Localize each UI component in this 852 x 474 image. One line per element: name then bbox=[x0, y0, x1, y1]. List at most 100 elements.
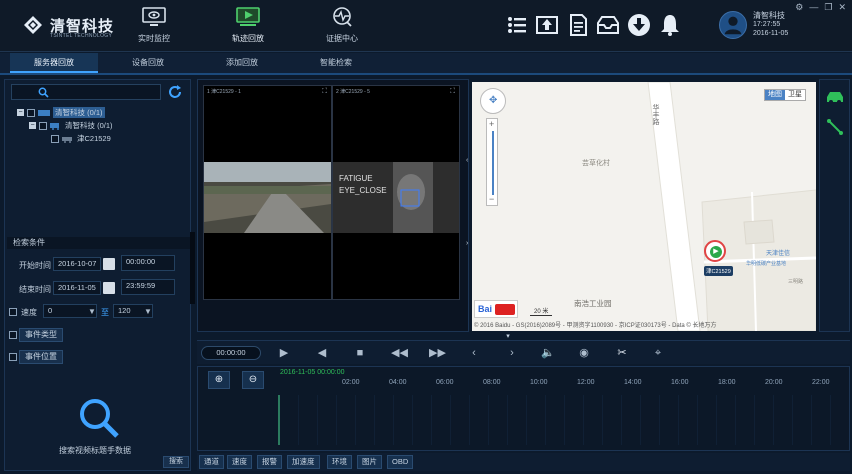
tree-node-label: 清智科技 (0/1) bbox=[65, 121, 113, 130]
prev-icon[interactable]: ◀ bbox=[315, 346, 329, 360]
restore-button[interactable]: ❐ bbox=[824, 2, 832, 13]
pan-control[interactable]: ✥ bbox=[480, 88, 506, 114]
left-collapse-handle[interactable] bbox=[190, 232, 195, 304]
logo-subtitle: TSINTEL TECHNOLOGY bbox=[50, 33, 113, 39]
chevron-down-icon[interactable]: ▼ bbox=[144, 307, 152, 316]
event-location-button[interactable]: 事件位置 bbox=[19, 350, 63, 364]
user-info[interactable]: 清智科技 17:27:55 2016-11-05 bbox=[713, 6, 803, 46]
playback-icon bbox=[236, 7, 260, 26]
timeline-tick: 02:00 bbox=[342, 379, 360, 386]
step-forward-icon[interactable]: › bbox=[505, 346, 519, 360]
nav-track-playback[interactable]: 轨迹回放 bbox=[202, 0, 294, 52]
stop-icon[interactable]: ■ bbox=[353, 346, 367, 360]
search-input[interactable] bbox=[11, 84, 161, 100]
map-view[interactable]: ✥ + − 地图 卫星 华丰路 芸草化村 南浩工业园 天津佳信 华明低碳产业基地… bbox=[472, 82, 816, 331]
tab-smart-search[interactable]: 智能检索 bbox=[292, 53, 380, 73]
map-type-normal[interactable]: 地图 bbox=[765, 90, 785, 100]
start-time-label: 开始时间 bbox=[19, 261, 51, 270]
start-date-field[interactable]: 2016-10-07 bbox=[53, 257, 101, 271]
zoom-out-icon[interactable]: − bbox=[489, 194, 494, 204]
end-time-field[interactable]: 23:59:59 bbox=[121, 279, 175, 295]
settings-icon[interactable]: ⚙ bbox=[795, 2, 803, 13]
tab-obd[interactable]: OBD bbox=[387, 455, 414, 469]
road-video-frame bbox=[204, 162, 331, 233]
timeline-track[interactable] bbox=[278, 395, 844, 445]
nav-realtime-monitor[interactable]: 实时监控 bbox=[108, 0, 200, 52]
end-date-field[interactable]: 2016-11-05 bbox=[53, 281, 101, 295]
zoom-slider[interactable]: + − bbox=[486, 118, 498, 206]
chevron-down-icon[interactable]: ▼ bbox=[88, 307, 96, 316]
cut-icon[interactable]: ✂ bbox=[615, 346, 629, 360]
inbox-icon[interactable] bbox=[596, 13, 620, 37]
tab-alarm[interactable]: 报警 bbox=[257, 455, 282, 469]
zoom-out-timeline-icon[interactable]: ⊖ bbox=[242, 371, 264, 389]
start-time-field[interactable]: 00:00:00 bbox=[121, 255, 175, 271]
tab-speed[interactable]: 速度 bbox=[227, 455, 252, 469]
poi-label: 南浩工业园 bbox=[574, 299, 612, 308]
bell-icon[interactable] bbox=[658, 13, 682, 37]
tree-node-vehicle[interactable]: 津C21529 bbox=[51, 133, 111, 144]
map-type-satellite[interactable]: 卫星 bbox=[785, 90, 805, 100]
volume-icon[interactable]: 🔈 bbox=[541, 346, 555, 360]
refresh-icon[interactable] bbox=[167, 84, 183, 100]
tab-acceleration[interactable]: 加速度 bbox=[287, 455, 320, 469]
list-icon[interactable] bbox=[505, 13, 529, 37]
event-type-checkbox[interactable] bbox=[9, 331, 17, 339]
route-icon[interactable] bbox=[826, 118, 844, 136]
timeline-panel: ⊕ ⊖ 2016-11-05 00:00:00 02:00 04:00 06:0… bbox=[197, 366, 850, 451]
tree-checkbox[interactable] bbox=[39, 121, 47, 130]
timeline-tick: 08:00 bbox=[483, 379, 501, 386]
event-location-checkbox[interactable] bbox=[9, 353, 17, 361]
timeline-current: 2016-11-05 00:00:00 bbox=[280, 369, 345, 376]
tab-pictures[interactable]: 图片 bbox=[357, 455, 382, 469]
tree-node-company[interactable]: − 清智科技 (0/1) bbox=[29, 120, 113, 131]
center-left-arrow-icon[interactable]: ‹ bbox=[466, 157, 470, 167]
nav-evidence-center[interactable]: 证据中心 bbox=[296, 0, 388, 52]
poi-label: 天津佳信 bbox=[766, 251, 791, 257]
tree-checkbox[interactable] bbox=[51, 134, 59, 143]
timeline-tick: 22:00 bbox=[812, 379, 830, 386]
magnifier-icon bbox=[80, 399, 119, 438]
car-icon[interactable] bbox=[825, 90, 845, 104]
collapse-icon[interactable]: − bbox=[17, 109, 24, 116]
play-icon[interactable]: ▶ bbox=[277, 346, 291, 360]
tree-checkbox[interactable] bbox=[27, 108, 35, 117]
speed-checkbox[interactable] bbox=[9, 308, 17, 316]
zoom-in-timeline-icon[interactable]: ⊕ bbox=[208, 371, 230, 389]
snapshot-icon[interactable]: ◉ bbox=[577, 346, 591, 360]
vehicle-marker[interactable]: ▶ bbox=[704, 240, 726, 262]
close-button[interactable]: ✕ bbox=[838, 2, 846, 13]
event-type-button[interactable]: 事件类型 bbox=[19, 328, 63, 342]
step-back-icon[interactable]: ‹ bbox=[467, 346, 481, 360]
calendar-icon[interactable] bbox=[103, 282, 115, 294]
zoom-in-icon[interactable]: + bbox=[489, 119, 494, 129]
minimize-button[interactable]: — bbox=[809, 2, 818, 13]
collapse-icon[interactable]: − bbox=[29, 122, 36, 129]
video-cell-1[interactable]: 1 津C21529 - 1 ⛶ bbox=[203, 85, 332, 300]
tab-device-playback[interactable]: 设备回放 bbox=[104, 53, 192, 73]
document-icon[interactable] bbox=[566, 13, 590, 37]
fullscreen-icon[interactable]: ⛶ bbox=[322, 88, 327, 96]
tab-channel[interactable]: 通道 bbox=[199, 455, 224, 469]
video-cell-2[interactable]: 2 津C21529 - 5 ⛶ FATIGUE EYE_CLOSE bbox=[332, 85, 460, 300]
tab-environment[interactable]: 环境 bbox=[327, 455, 352, 469]
tree-node-root[interactable]: − 清智科技 (0/1) bbox=[17, 107, 105, 118]
location-icon[interactable]: ⌖ bbox=[651, 346, 665, 360]
upload-icon[interactable] bbox=[535, 13, 559, 37]
map-canvas bbox=[647, 82, 816, 331]
tab-add-playback[interactable]: 添加回放 bbox=[198, 53, 286, 73]
tab-server-playback[interactable]: 服务器回放 bbox=[10, 53, 98, 73]
end-time-label: 结束时间 bbox=[19, 285, 51, 294]
timeline-tick: 18:00 bbox=[718, 379, 736, 386]
search-button[interactable]: 搜索 bbox=[163, 456, 189, 468]
center-right-arrow-icon[interactable]: › bbox=[466, 240, 470, 250]
calendar-icon[interactable] bbox=[103, 258, 115, 270]
download-icon[interactable] bbox=[627, 13, 651, 37]
poi-label: 三明路 bbox=[788, 279, 804, 285]
search-icon[interactable] bbox=[38, 87, 49, 98]
forward-icon[interactable]: ▶▶ bbox=[429, 346, 446, 360]
conditions-title: 检索条件 bbox=[7, 237, 190, 249]
avatar[interactable] bbox=[719, 11, 747, 39]
rewind-icon[interactable]: ◀◀ bbox=[391, 346, 408, 360]
fullscreen-icon[interactable]: ⛶ bbox=[450, 88, 455, 96]
